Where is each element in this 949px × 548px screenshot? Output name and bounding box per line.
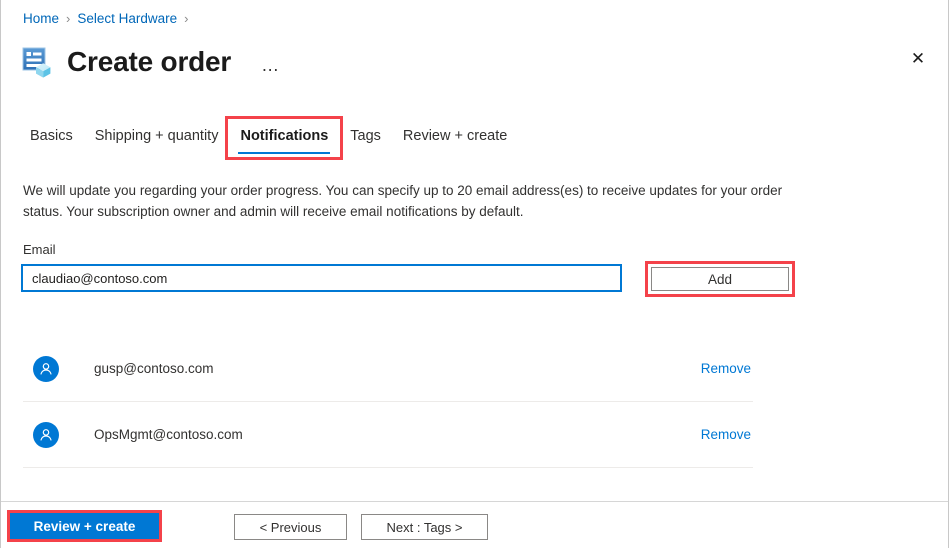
page-header: Create order … [19, 40, 286, 84]
tab-label: Notifications [240, 128, 329, 144]
recipient-list: gusp@contoso.com Remove OpsMgmt@contoso.… [23, 336, 753, 468]
create-order-blade: Home › Select Hardware › Create order … … [0, 0, 949, 548]
breadcrumb-separator-icon: › [184, 11, 189, 26]
tab-label: Shipping + quantity [94, 128, 219, 144]
review-create-button[interactable]: Review + create [10, 513, 159, 539]
email-input[interactable] [21, 264, 622, 292]
list-item: gusp@contoso.com Remove [23, 336, 753, 402]
avatar [33, 355, 59, 382]
wizard-tabs: Basics Shipping + quantity Notifications… [19, 116, 518, 162]
breadcrumb-separator-icon: › [66, 11, 71, 26]
breadcrumb: Home › Select Hardware › [23, 11, 196, 26]
breadcrumb-item-home[interactable]: Home [23, 11, 59, 26]
wizard-footer: Review + create < Previous Next : Tags > [1, 501, 948, 548]
remove-recipient-link[interactable]: Remove [701, 427, 751, 442]
tab-notifications[interactable]: Notifications [225, 116, 344, 160]
review-create-highlight: Review + create [7, 510, 162, 542]
close-icon[interactable]: ✕ [900, 41, 936, 77]
email-field-label: Email [23, 242, 56, 257]
page-title: Create order [67, 46, 232, 77]
tab-label: Review + create [402, 128, 508, 144]
previous-button[interactable]: < Previous [234, 514, 347, 540]
tab-label: Basics [30, 128, 73, 144]
tab-basics[interactable]: Basics [19, 122, 84, 154]
add-email-button[interactable]: Add [651, 267, 789, 291]
order-list-box-icon [19, 43, 57, 81]
notifications-description: We will update you regarding your order … [23, 183, 783, 219]
email-entry-row [21, 264, 622, 292]
remove-recipient-link[interactable]: Remove [701, 361, 751, 376]
avatar [33, 421, 59, 448]
recipient-email: OpsMgmt@contoso.com [94, 427, 243, 442]
tab-review-create[interactable]: Review + create [392, 122, 518, 154]
breadcrumb-item-select-hardware[interactable]: Select Hardware [77, 11, 177, 26]
tab-tags[interactable]: Tags [339, 122, 392, 154]
tab-label: Tags [350, 128, 381, 144]
overflow-menu-icon[interactable]: … [255, 52, 286, 78]
add-email-highlight: Add [645, 261, 795, 297]
tab-shipping-quantity[interactable]: Shipping + quantity [84, 122, 230, 154]
recipient-email: gusp@contoso.com [94, 361, 214, 376]
tab-active-underline [238, 152, 331, 154]
list-item: OpsMgmt@contoso.com Remove [23, 402, 753, 468]
next-button[interactable]: Next : Tags > [361, 514, 488, 540]
